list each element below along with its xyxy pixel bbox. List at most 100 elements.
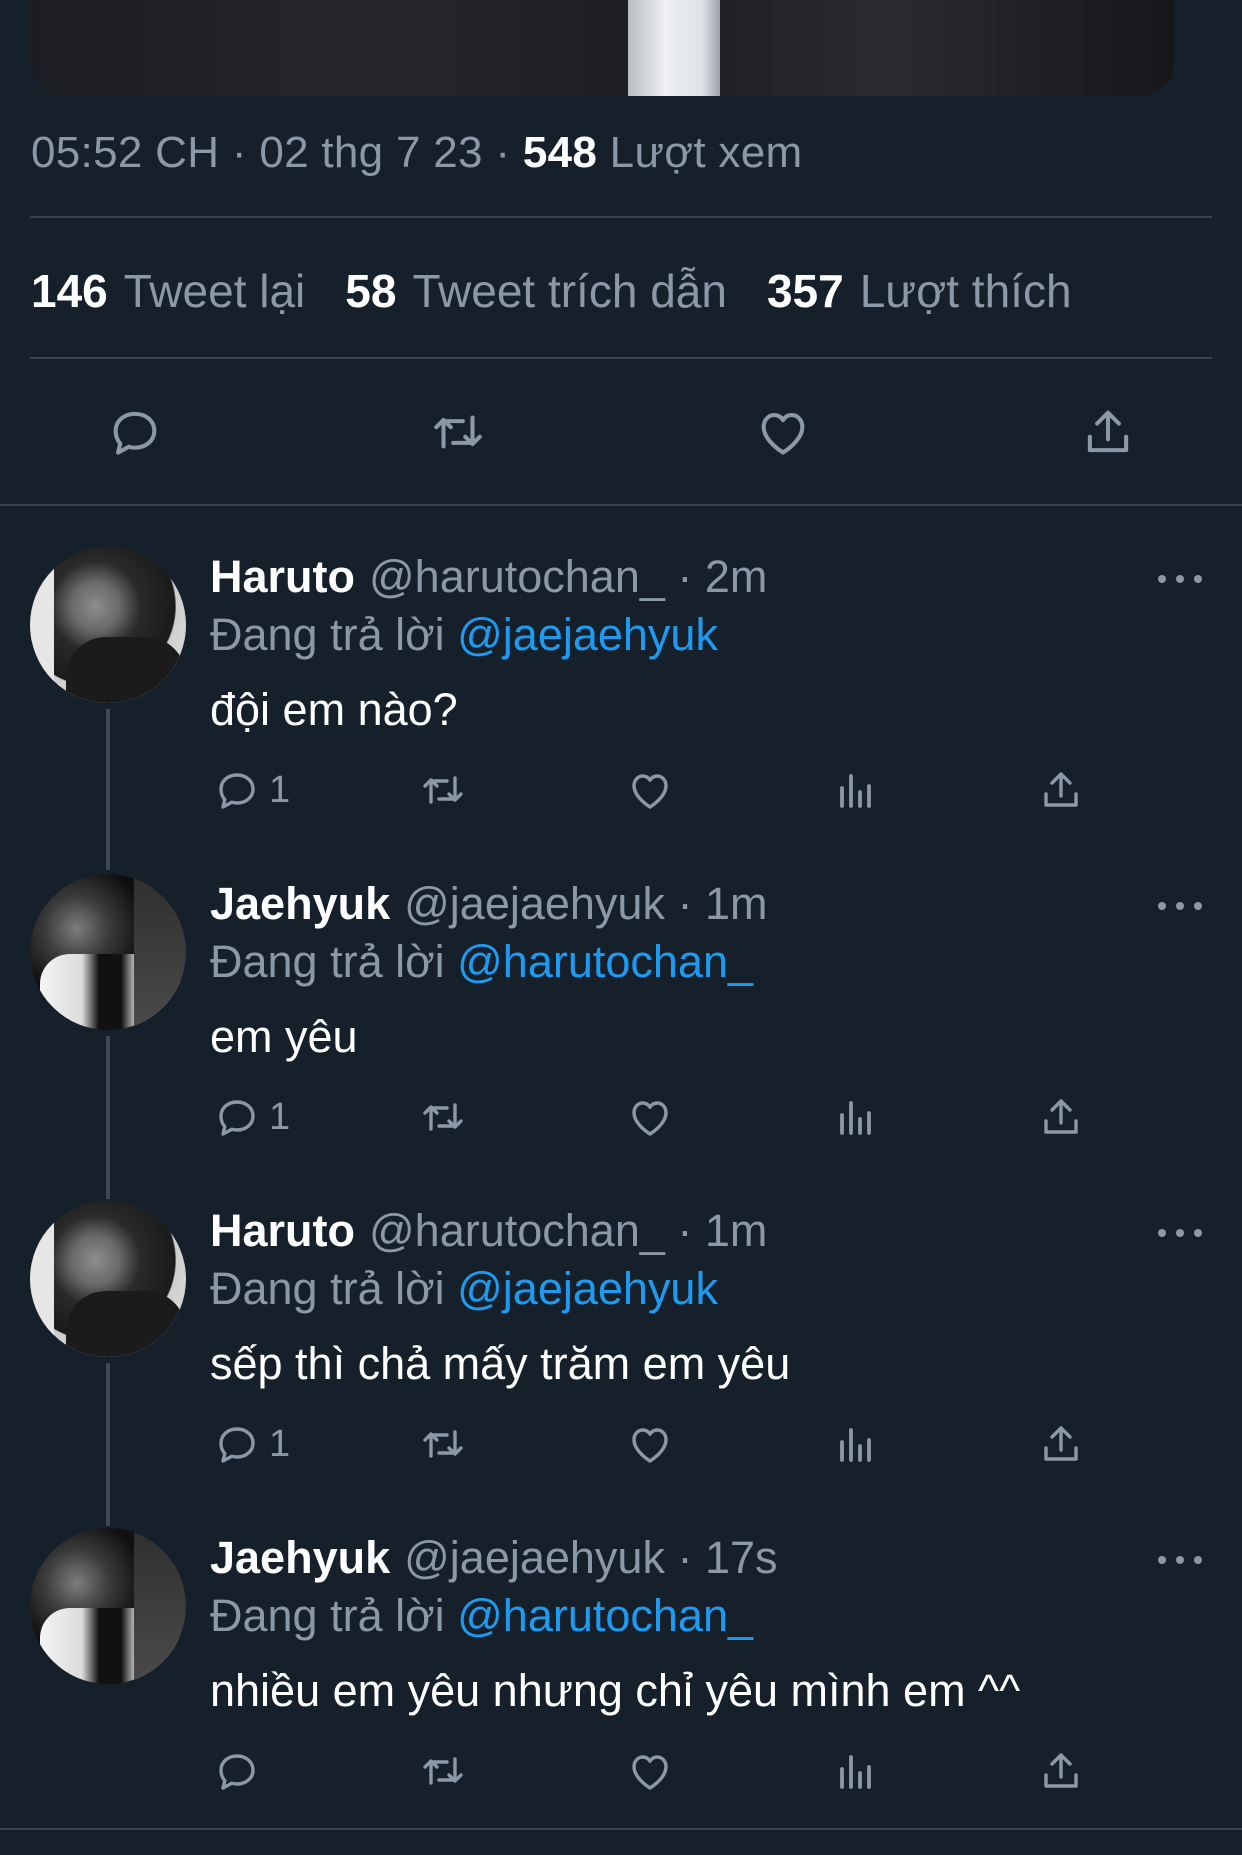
share-icon xyxy=(1044,1753,1078,1788)
user-handle[interactable]: @harutochan_ xyxy=(369,551,665,602)
meta-separator: · xyxy=(495,128,511,177)
display-name[interactable]: Jaehyuk xyxy=(210,1532,390,1583)
avatar[interactable] xyxy=(30,1528,186,1684)
reply-button[interactable] xyxy=(213,1746,269,1796)
display-name[interactable]: Haruto xyxy=(210,1205,355,1256)
retweets-label: Tweet lại xyxy=(123,265,306,317)
retweet-icon xyxy=(423,1757,463,1785)
quotes-label: Tweet trích dẫn xyxy=(412,265,727,317)
more-options-icon[interactable] xyxy=(1158,1552,1202,1568)
user-handle[interactable]: @harutochan_ xyxy=(369,1205,665,1256)
more-options-icon[interactable] xyxy=(1158,1225,1202,1241)
reply-tweet[interactable]: Haruto @harutochan_ · 1m Đang trả lời @ja… xyxy=(0,1201,1242,1528)
views-count: 548 xyxy=(522,128,598,177)
mention-link[interactable]: @harutochan_ xyxy=(457,1590,753,1641)
reply-header: Haruto @harutochan_ · 1m xyxy=(210,1205,767,1257)
like-button[interactable] xyxy=(626,1419,674,1469)
replying-label: Đang trả lời xyxy=(210,936,445,987)
like-icon xyxy=(632,1428,668,1463)
share-button[interactable] xyxy=(1037,1419,1085,1469)
reply-count: 1 xyxy=(269,1095,291,1138)
share-button[interactable] xyxy=(1078,402,1138,462)
replying-to: Đang trả lời @harutochan_ xyxy=(210,1590,753,1642)
tweet-action-bar xyxy=(0,402,1242,462)
tweet-date: 02 thg 7 23 xyxy=(259,128,483,177)
likes-stat[interactable]: 357 Lượt thích xyxy=(767,264,1072,318)
share-icon xyxy=(1044,1426,1078,1461)
analytics-icon xyxy=(840,774,871,808)
tweet-time: 05:52 CH xyxy=(31,128,220,177)
reply-count: 1 xyxy=(269,1422,291,1465)
share-icon xyxy=(1087,410,1129,453)
quotes-stat[interactable]: 58 Tweet trích dẫn xyxy=(345,264,727,318)
retweet-button[interactable] xyxy=(419,1746,467,1796)
like-icon xyxy=(632,1755,668,1790)
analytics-button[interactable] xyxy=(832,1746,880,1796)
reply-icon xyxy=(219,773,255,809)
more-options-icon[interactable] xyxy=(1158,898,1202,914)
reply-action-bar: 1 xyxy=(0,765,1242,815)
retweet-button[interactable] xyxy=(428,402,488,462)
share-button[interactable] xyxy=(1037,765,1085,815)
like-button[interactable] xyxy=(626,1092,674,1142)
quotes-count: 58 xyxy=(345,265,397,317)
mention-link[interactable]: @jaejaehyuk xyxy=(457,609,718,660)
divider xyxy=(30,216,1212,218)
divider xyxy=(30,357,1212,359)
display-name[interactable]: Jaehyuk xyxy=(210,878,390,929)
like-icon xyxy=(761,413,805,455)
reply-time: · 2m xyxy=(677,551,768,602)
avatar[interactable] xyxy=(30,1201,186,1357)
reply-button[interactable]: 1 xyxy=(213,1419,290,1469)
analytics-button[interactable] xyxy=(832,1419,880,1469)
retweet-button[interactable] xyxy=(419,1092,467,1142)
reply-icon xyxy=(219,1754,255,1790)
reply-action-bar: 1 xyxy=(0,1092,1242,1142)
retweet-button[interactable] xyxy=(419,1419,467,1469)
like-button[interactable] xyxy=(626,765,674,815)
display-name[interactable]: Haruto xyxy=(210,551,355,602)
retweet-icon xyxy=(423,776,463,804)
replying-to: Đang trả lời @harutochan_ xyxy=(210,936,753,988)
share-button[interactable] xyxy=(1037,1092,1085,1142)
avatar[interactable] xyxy=(30,547,186,703)
share-icon xyxy=(1044,1099,1078,1134)
reply-action-bar xyxy=(0,1746,1242,1796)
mention-link[interactable]: @harutochan_ xyxy=(457,936,753,987)
analytics-icon xyxy=(840,1101,871,1135)
retweet-icon xyxy=(423,1430,463,1458)
reply-count: 1 xyxy=(269,768,291,811)
mention-link[interactable]: @jaejaehyuk xyxy=(457,1263,718,1314)
retweet-button[interactable] xyxy=(419,765,467,815)
meta-separator: · xyxy=(231,128,247,177)
reply-icon xyxy=(219,1427,255,1463)
analytics-button[interactable] xyxy=(832,1092,880,1142)
reply-button[interactable]: 1 xyxy=(213,1092,290,1142)
reply-text: đội em nào? xyxy=(210,684,458,735)
reply-button[interactable] xyxy=(105,402,165,462)
like-button[interactable] xyxy=(626,1746,674,1796)
replying-label: Đang trả lời xyxy=(210,609,445,660)
analytics-button[interactable] xyxy=(832,765,880,815)
retweets-stat[interactable]: 146 Tweet lại xyxy=(31,264,305,318)
reply-tweet[interactable]: Jaehyuk @jaejaehyuk · 1m Đang trả lời @ha… xyxy=(0,874,1242,1201)
retweet-icon xyxy=(434,415,482,449)
user-handle[interactable]: @jaejaehyuk xyxy=(404,1532,665,1583)
reply-tweet[interactable]: Haruto @harutochan_ · 2m Đang trả lời @ja… xyxy=(0,547,1242,874)
more-options-icon[interactable] xyxy=(1158,571,1202,587)
tweet-media-image[interactable] xyxy=(30,0,1174,96)
user-handle[interactable]: @jaejaehyuk xyxy=(404,878,665,929)
retweets-count: 146 xyxy=(31,265,108,317)
reply-button[interactable]: 1 xyxy=(213,765,290,815)
reply-text: sếp thì chả mấy trăm em yêu xyxy=(210,1338,791,1389)
reply-time: · 1m xyxy=(677,1205,768,1256)
share-button[interactable] xyxy=(1037,1746,1085,1796)
replying-label: Đang trả lời xyxy=(210,1590,445,1641)
reply-time: · 17s xyxy=(677,1532,778,1583)
tweet-stats: 146 Tweet lại 58 Tweet trích dẫn 357 Lượt t… xyxy=(31,264,1072,318)
reply-tweet[interactable]: Jaehyuk @jaejaehyuk · 17s Đang trả lời @h… xyxy=(0,1528,1242,1855)
like-button[interactable] xyxy=(753,402,813,462)
media-highlight xyxy=(628,0,720,96)
reply-header: Jaehyuk @jaejaehyuk · 17s xyxy=(210,1532,778,1584)
avatar[interactable] xyxy=(30,874,186,1030)
